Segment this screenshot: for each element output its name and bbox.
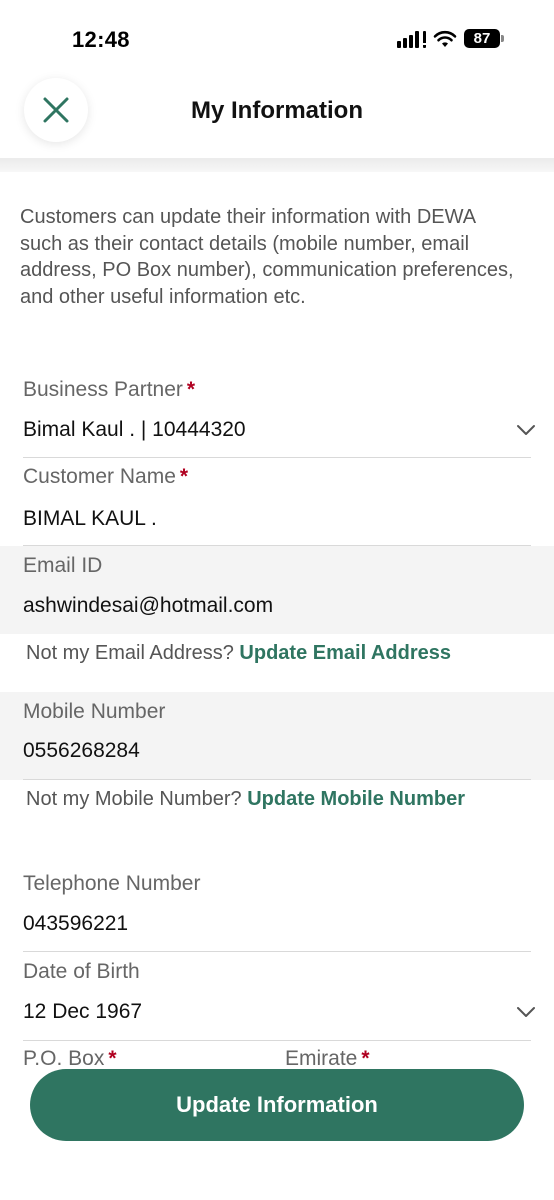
field-underline [23, 951, 531, 952]
business-partner-field[interactable]: Business Partner * Bimal Kaul . | 1044432… [0, 370, 554, 459]
dob-value: 12 Dec 1967 [23, 1000, 143, 1023]
dob-field[interactable]: Date of Birth 12 Dec 1967 [0, 953, 554, 1041]
battery-level: 87 [464, 29, 500, 48]
po-box-label: P.O. Box * [23, 1047, 117, 1070]
mobile-value: 0556268284 [23, 739, 140, 762]
customer-name-label: Customer Name * [23, 465, 189, 488]
business-partner-value: Bimal Kaul . | 10444320 [23, 418, 246, 441]
email-helper: Not my Email Address? Update Email Addre… [26, 640, 526, 666]
mobile-label: Mobile Number [23, 700, 166, 723]
status-bar: 12:48 87 [0, 0, 554, 70]
field-underline [23, 457, 531, 458]
telephone-value[interactable]: 043596221 [23, 912, 128, 936]
email-label: Email ID [23, 554, 103, 577]
customer-name-value: BIMAL KAUL . [23, 507, 157, 530]
required-marker: * [361, 1047, 370, 1070]
battery-icon: 87 [464, 29, 504, 48]
field-underline [23, 1040, 531, 1041]
status-time: 12:48 [72, 27, 130, 52]
telephone-label: Telephone Number [23, 872, 201, 895]
required-marker: * [186, 378, 196, 401]
status-icons: 87 [397, 29, 504, 48]
update-email-link[interactable]: Update Email Address [239, 642, 451, 664]
email-value: ashwindesai@hotmail.com [23, 594, 274, 617]
update-information-button[interactable]: Update Information [30, 1069, 524, 1141]
page-title: My Information [191, 97, 363, 124]
chevron-down-icon[interactable] [514, 1000, 538, 1024]
required-marker: * [108, 1047, 117, 1070]
emirate-label: Emirate * [285, 1047, 370, 1070]
business-partner-label: Business Partner * [23, 378, 196, 401]
email-helper-text: Not my Email Address? [26, 642, 234, 664]
chevron-down-icon[interactable] [514, 418, 538, 442]
page-description: Customers can update their information w… [20, 206, 514, 308]
header: My Information [0, 72, 554, 158]
mobile-field: Mobile Number 0556268284 [0, 692, 554, 780]
cellular-signal-icon [397, 30, 426, 48]
update-mobile-link[interactable]: Update Mobile Number [247, 788, 465, 810]
telephone-field[interactable]: Telephone Number 043596221 [0, 864, 554, 953]
mobile-helper: Not my Mobile Number? Update Mobile Numb… [26, 786, 466, 812]
mobile-helper-text: Not my Mobile Number? [26, 788, 242, 810]
header-divider [0, 158, 554, 172]
wifi-icon [433, 30, 457, 47]
dob-label: Date of Birth [23, 960, 140, 983]
required-marker: * [179, 465, 189, 488]
customer-name-field[interactable]: Customer Name * BIMAL KAUL . [0, 459, 554, 546]
field-underline [23, 779, 531, 780]
email-field: Email ID ashwindesai@hotmail.com [0, 546, 554, 634]
